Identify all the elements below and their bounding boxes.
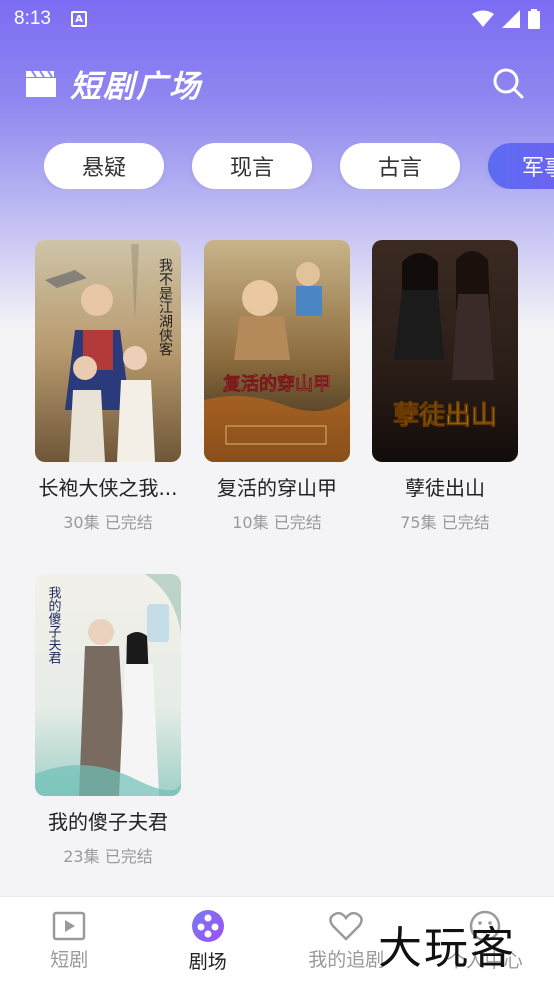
tab-label: 个人中心 <box>446 949 523 972</box>
drama-status: 已完结 <box>104 847 153 866</box>
episode-count: 30集 <box>63 513 100 532</box>
category-chip-suspense[interactable]: 悬疑 <box>44 143 164 189</box>
poster-image: 孽徒出山 <box>372 240 518 462</box>
status-bar: 8:13 A <box>0 0 554 38</box>
theater-reel-icon <box>191 909 224 942</box>
drama-meta: 10集 已完结 <box>202 509 352 533</box>
app-header: 短剧广场 <box>0 52 554 114</box>
poster-image: 我不是江湖侠客 <box>35 240 181 462</box>
drama-poster: 孽徒出山 <box>372 240 518 462</box>
heart-icon <box>329 911 364 941</box>
drama-meta: 23集 已完结 <box>33 843 183 867</box>
poster-text: 复活的穿山甲 <box>222 373 331 395</box>
drama-status: 已完结 <box>441 513 490 532</box>
drama-poster: 复活的穿山甲 <box>204 240 350 462</box>
poster-image: 复活的穿山甲 <box>204 240 350 462</box>
poster-image: 我的傻子夫君 <box>35 574 181 796</box>
category-tabs: 悬疑 现言 古言 军事 <box>44 143 554 189</box>
tab-theater[interactable]: 剧场 <box>139 897 278 985</box>
poster-text: 我不是江湖侠客 <box>157 258 173 356</box>
battery-icon <box>528 9 540 29</box>
tab-label: 剧场 <box>188 950 227 973</box>
category-chip-military[interactable]: 军事 <box>488 143 554 189</box>
drama-title: 长袍大侠之我... <box>38 476 178 500</box>
poster-text: 我的傻子夫君 <box>46 586 62 664</box>
drama-title: 孽徒出山 <box>405 476 485 500</box>
status-time: 8:13 <box>14 8 51 29</box>
drama-card[interactable]: 我不是江湖侠客 长袍大侠之我... 30集 已完结 <box>33 240 183 533</box>
search-button[interactable] <box>488 63 528 103</box>
signal-icon <box>502 10 520 28</box>
smile-icon <box>469 910 500 941</box>
drama-poster: 我的傻子夫君 <box>35 574 181 796</box>
drama-title: 复活的穿山甲 <box>217 476 337 500</box>
notification-a-icon: A <box>70 11 87 27</box>
category-chip-modern-romance[interactable]: 现言 <box>192 143 312 189</box>
search-icon <box>493 68 524 99</box>
clapperboard-icon <box>26 70 56 97</box>
tab-shorts[interactable]: 短剧 <box>0 897 139 985</box>
bottom-tab-bar: 短剧 剧场 我的追剧 个人中心 <box>0 896 554 985</box>
drama-status: 已完结 <box>273 513 322 532</box>
episode-count: 10集 <box>232 513 269 532</box>
tab-profile[interactable]: 个人中心 <box>416 897 554 985</box>
episode-count: 23集 <box>63 847 100 866</box>
wifi-icon <box>472 10 494 27</box>
page-title: 短剧广场 <box>70 68 202 105</box>
tab-label: 短剧 <box>50 948 89 971</box>
poster-text: 孽徒出山 <box>393 401 497 431</box>
drama-meta: 30集 已完结 <box>33 509 183 533</box>
play-square-icon <box>53 911 86 940</box>
drama-card[interactable]: 孽徒出山 孽徒出山 75集 已完结 <box>370 240 520 533</box>
drama-poster: 我不是江湖侠客 <box>35 240 181 462</box>
tab-following[interactable]: 我的追剧 <box>277 897 416 985</box>
drama-card[interactable]: 复活的穿山甲 复活的穿山甲 10集 已完结 <box>202 240 352 533</box>
drama-title: 我的傻子夫君 <box>48 810 168 834</box>
episode-count: 75集 <box>400 513 437 532</box>
tab-label: 我的追剧 <box>308 948 385 971</box>
drama-card[interactable]: 我的傻子夫君 我的傻子夫君 23集 已完结 <box>33 574 183 867</box>
category-chip-ancient-romance[interactable]: 古言 <box>340 143 460 189</box>
drama-meta: 75集 已完结 <box>370 509 520 533</box>
drama-status: 已完结 <box>104 513 153 532</box>
